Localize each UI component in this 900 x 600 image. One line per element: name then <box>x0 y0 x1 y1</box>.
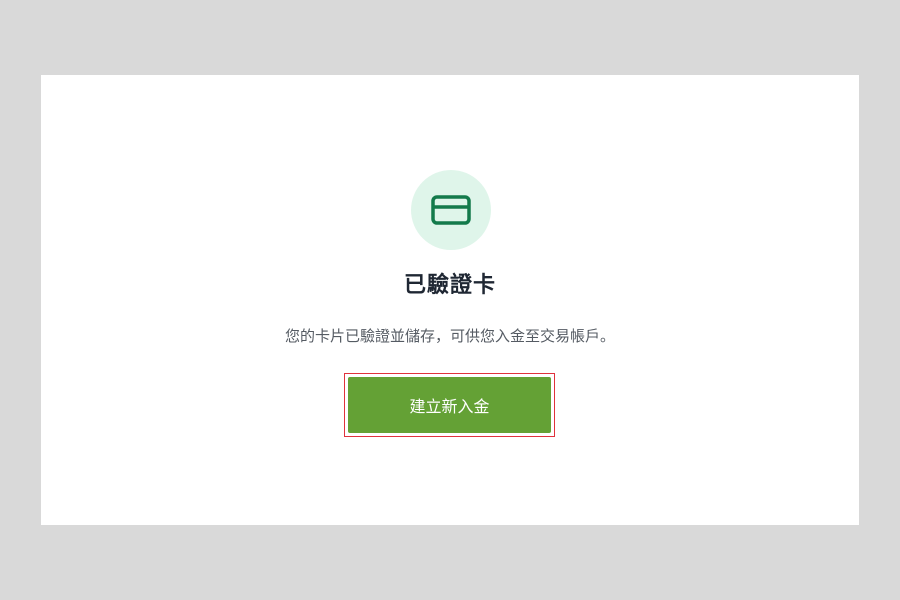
create-new-deposit-button[interactable]: 建立新入金 <box>348 377 551 433</box>
verification-description: 您的卡片已驗證並儲存，可供您入金至交易帳戶。 <box>284 327 615 345</box>
button-highlight-frame: 建立新入金 <box>344 373 555 437</box>
verification-panel: 已驗證卡 您的卡片已驗證並儲存，可供您入金至交易帳戶。 建立新入金 <box>41 75 859 525</box>
page-title: 已驗證卡 <box>403 273 496 298</box>
icon-badge <box>411 170 491 250</box>
credit-card-icon <box>431 195 471 225</box>
